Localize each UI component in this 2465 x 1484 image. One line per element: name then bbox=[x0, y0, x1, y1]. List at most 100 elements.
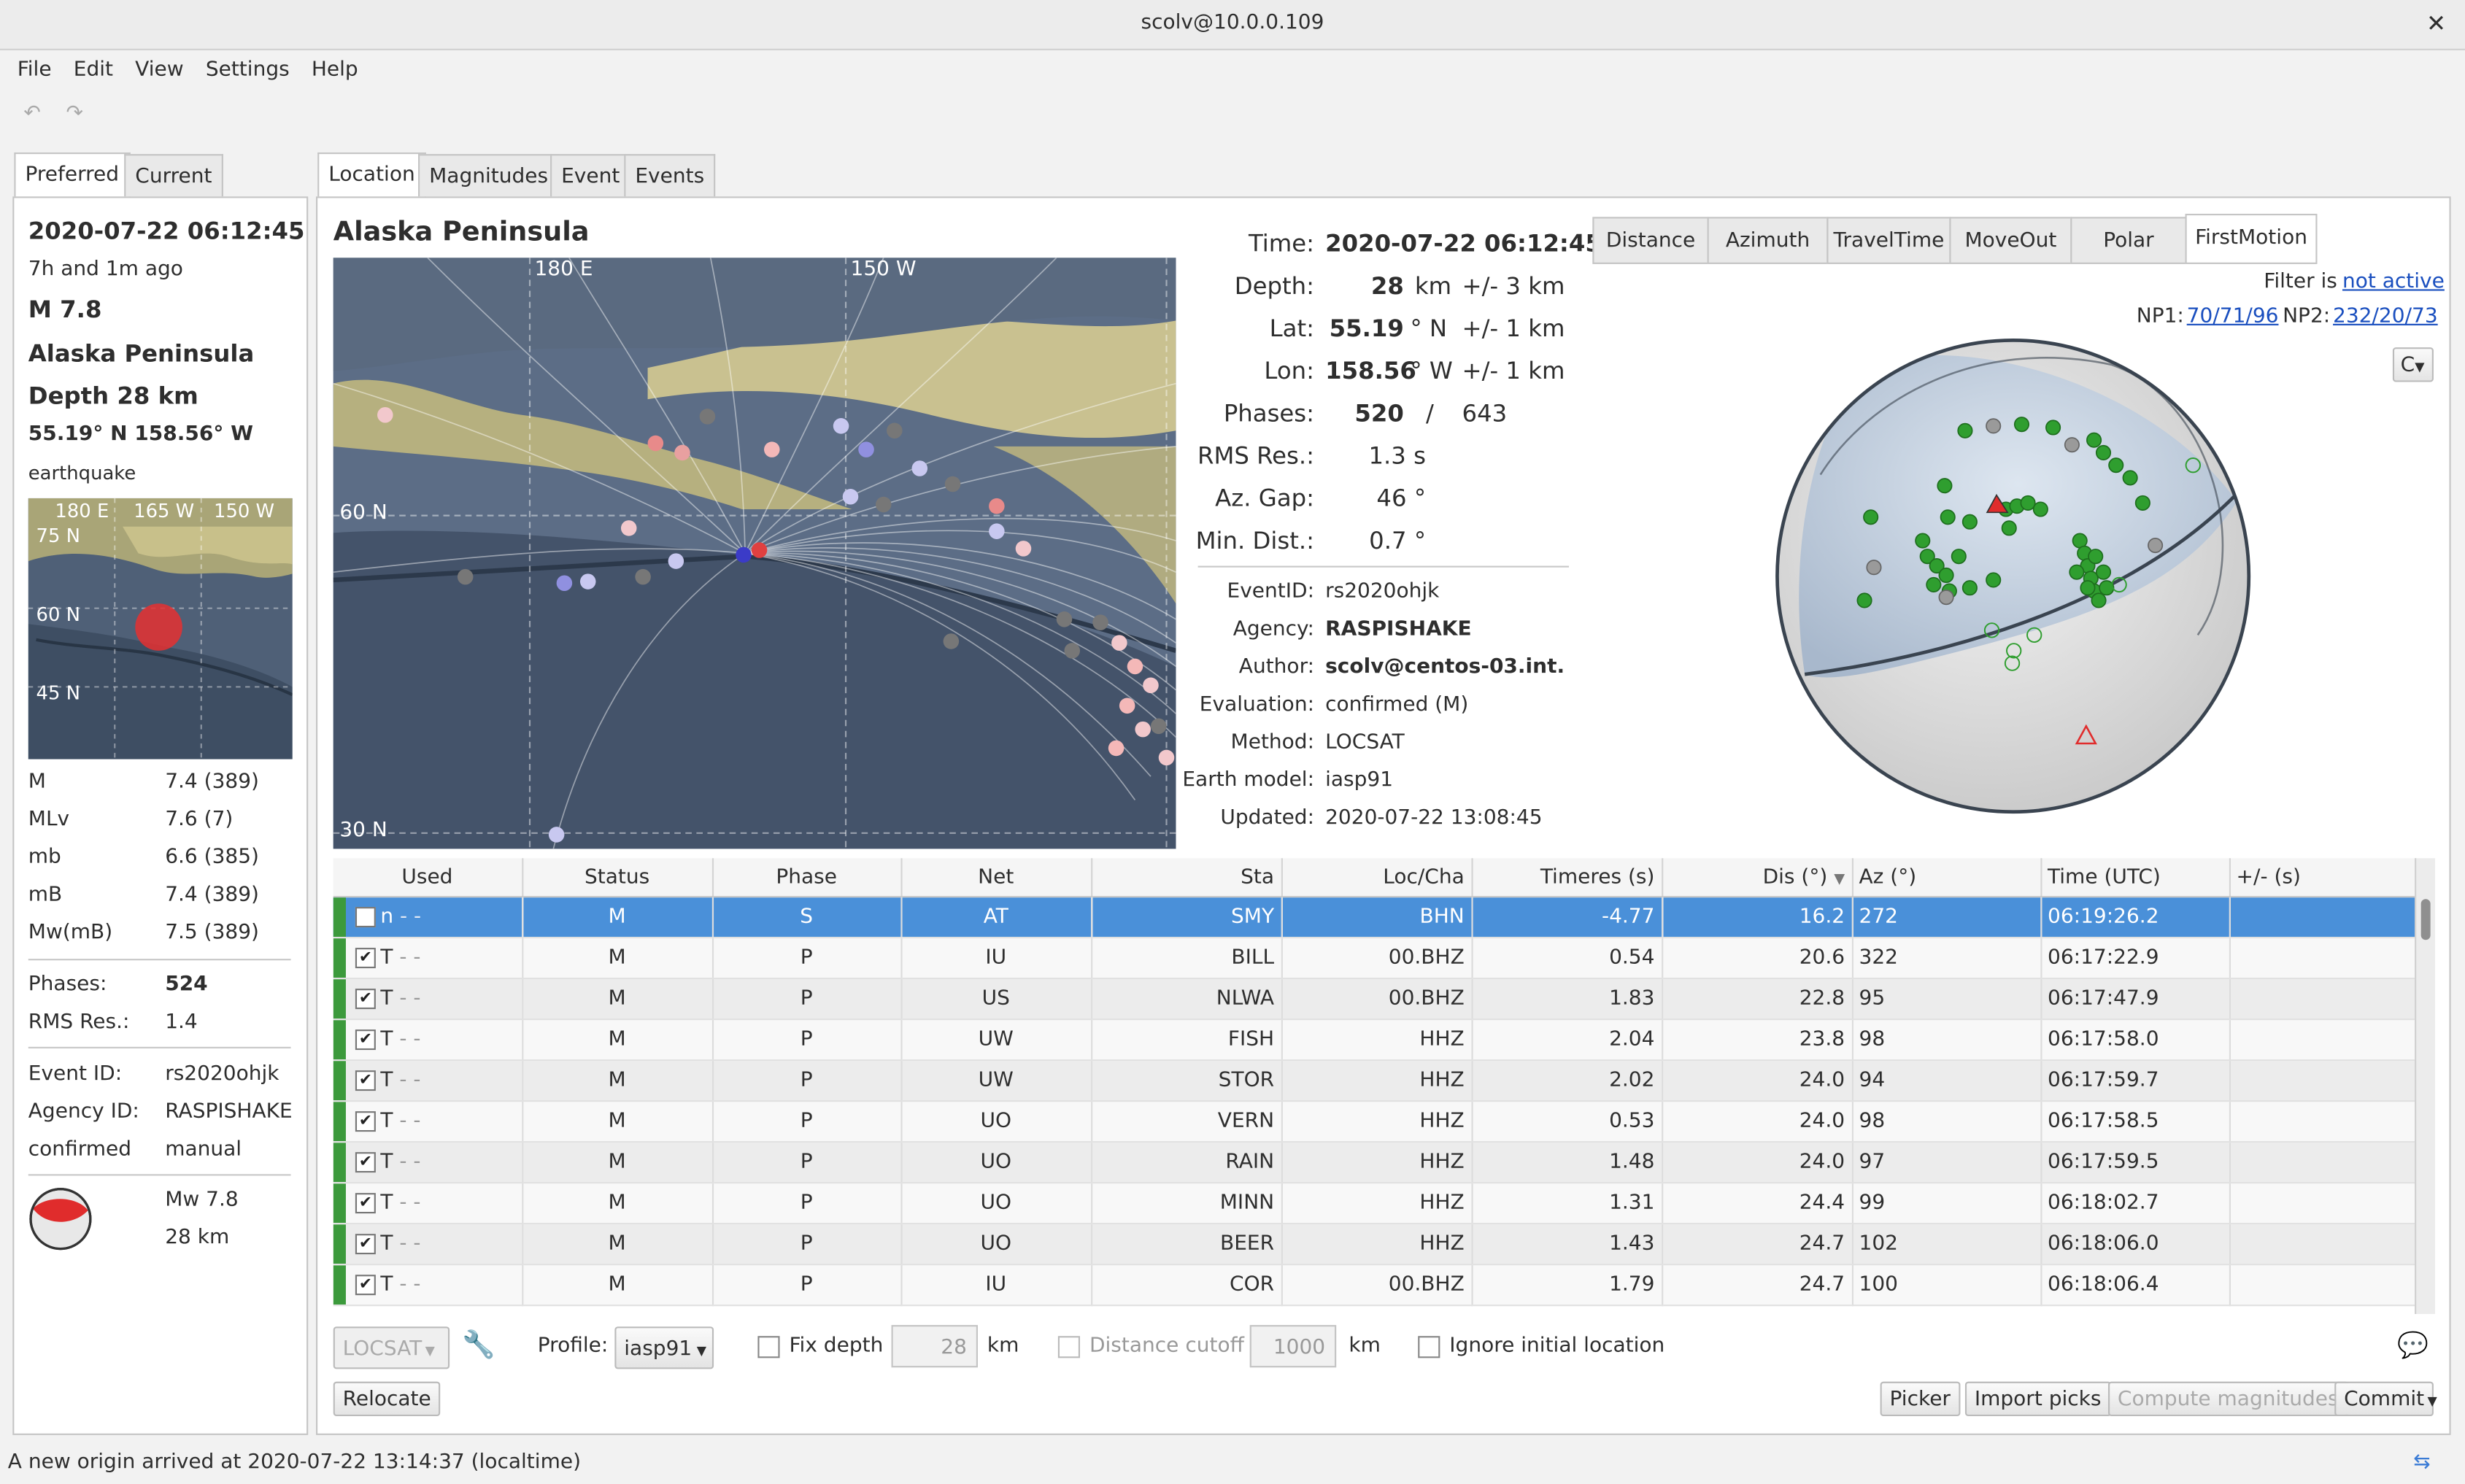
used-cell[interactable]: ✔ T - - bbox=[333, 1224, 523, 1266]
status-cell: M bbox=[522, 897, 713, 939]
column-azimuth-header[interactable]: Az (°) bbox=[1851, 858, 2042, 898]
column-sta-header[interactable]: Sta bbox=[1091, 858, 1282, 898]
plot-options-dropdown[interactable]: C▼ bbox=[2392, 347, 2434, 382]
profile-select[interactable]: iasp91 ▼ bbox=[614, 1326, 714, 1369]
status-cell: M bbox=[522, 1264, 713, 1307]
column-uncertainty-header[interactable]: +/- (s) bbox=[2229, 858, 2416, 898]
tab-preferred[interactable]: Preferred bbox=[14, 152, 131, 198]
tab-magnitudes[interactable]: Magnitudes bbox=[418, 154, 560, 197]
distance-cell: 24.7 bbox=[1662, 1264, 1853, 1307]
tab-current[interactable]: Current bbox=[124, 154, 223, 197]
table-row[interactable]: ✔ T - - M P UO MINN HHZ 1.31 24.4 99 06:18:02.7 bbox=[333, 1183, 2416, 1225]
location-map-label: 60 N bbox=[339, 501, 387, 525]
fix-depth-label: Fix depth bbox=[789, 1334, 884, 1359]
tab-azimuth[interactable]: Azimuth bbox=[1707, 217, 1829, 264]
column-distance-header[interactable]: Dis (°) ▼ bbox=[1662, 858, 1853, 898]
used-checkbox[interactable]: ✔ bbox=[355, 1070, 376, 1091]
import-picks-button[interactable]: Import picks bbox=[1964, 1381, 2111, 1417]
np2-link[interactable]: 232/20/73 bbox=[2333, 305, 2438, 328]
column-time-header[interactable]: Time (UTC) bbox=[2040, 858, 2230, 898]
used-cell[interactable]: ✔ T - - bbox=[333, 1060, 523, 1102]
tab-location[interactable]: Location bbox=[317, 152, 426, 198]
used-flag-placeholder: - - bbox=[393, 1273, 421, 1297]
column-phase-header[interactable]: Phase bbox=[711, 858, 902, 898]
column-status-header[interactable]: Status bbox=[522, 858, 713, 898]
redo-icon[interactable]: ↷ bbox=[66, 102, 82, 125]
table-row[interactable]: ✔ T - - M P UO BEER HHZ 1.43 24.7 102 06:18:06.0 bbox=[333, 1224, 2416, 1266]
used-cell[interactable]: ✔ T - - bbox=[333, 1019, 523, 1062]
first-motion-plot[interactable] bbox=[1773, 336, 2253, 816]
used-checkbox[interactable]: ✔ bbox=[355, 1111, 376, 1132]
column-used-header[interactable]: Used bbox=[333, 858, 523, 898]
fixed-depth-input[interactable]: 28 bbox=[891, 1325, 978, 1368]
table-row[interactable]: ✔ T - - M P IU COR 00.BHZ 1.79 24.7 100 06:18:06.4 bbox=[333, 1264, 2416, 1307]
connection-icon[interactable]: ⇆ bbox=[2413, 1443, 2430, 1484]
cutoff-unit-label: km bbox=[1349, 1334, 1381, 1359]
menu-file[interactable]: File bbox=[7, 50, 63, 91]
wrench-icon[interactable]: 🔧 bbox=[462, 1330, 495, 1361]
table-scrollbar[interactable] bbox=[2415, 858, 2436, 1315]
used-checkbox[interactable] bbox=[355, 907, 376, 928]
overview-map[interactable]: 180 E 165 W 150 W 75 N 60 N 45 N bbox=[28, 498, 293, 760]
residual-cell: 1.79 bbox=[1471, 1264, 1663, 1307]
undo-icon[interactable]: ↶ bbox=[23, 102, 40, 125]
fix-depth-checkbox[interactable]: Fix depth bbox=[757, 1334, 883, 1358]
menu-view[interactable]: View bbox=[124, 50, 195, 91]
picker-button[interactable]: Picker bbox=[1880, 1381, 1960, 1417]
lon-value: 158.56 bbox=[1325, 357, 1416, 385]
distance-cutoff-input[interactable]: 1000 bbox=[1249, 1325, 1337, 1368]
distance-cell: 20.6 bbox=[1662, 938, 1853, 980]
tab-event[interactable]: Event bbox=[550, 154, 631, 197]
tab-firstmotion[interactable]: FirstMotion bbox=[2185, 213, 2318, 264]
tab-events[interactable]: Events bbox=[624, 154, 716, 197]
menu-help[interactable]: Help bbox=[301, 50, 369, 91]
used-checkbox[interactable]: ✔ bbox=[355, 1234, 376, 1255]
column-loccha-header[interactable]: Loc/Cha bbox=[1281, 858, 1473, 898]
table-row[interactable]: ✔ T - - M P UW FISH HHZ 2.04 23.8 98 06:17:58.0 bbox=[333, 1019, 2416, 1062]
time-cell: 06:17:22.9 bbox=[2040, 938, 2230, 980]
scrollbar-thumb[interactable] bbox=[2420, 899, 2431, 940]
used-checkbox[interactable]: ✔ bbox=[355, 1193, 376, 1214]
menu-settings[interactable]: Settings bbox=[195, 50, 301, 91]
chat-bubble-icon[interactable]: 💬 bbox=[2397, 1330, 2429, 1360]
location-map[interactable]: 180 E 150 W 60 N 30 N bbox=[333, 258, 1176, 849]
used-cell[interactable]: ✔ T - - bbox=[333, 938, 523, 980]
table-row[interactable]: ✔ T - - M P IU BILL 00.BHZ 0.54 20.6 322 06:17:22.… bbox=[333, 938, 2416, 980]
np1-link[interactable]: 70/71/96 bbox=[2187, 305, 2279, 328]
tab-traveltime[interactable]: TravelTime bbox=[1826, 217, 1951, 264]
summary-ago: 7h and 1m ago bbox=[28, 258, 183, 282]
depth-label: Depth: bbox=[1234, 271, 1315, 301]
used-cell[interactable]: ✔ T - - bbox=[333, 1142, 523, 1184]
distance-cutoff-checkbox[interactable]: Distance cutoff bbox=[1057, 1334, 1244, 1358]
table-row[interactable]: ✔ T - - M P US NLWA 00.BHZ 1.83 22.8 95 06:17:47.9 bbox=[333, 978, 2416, 1021]
used-cell[interactable]: ✔ T - - bbox=[333, 1264, 523, 1307]
table-row[interactable]: ✔ T - - M P UW STOR HHZ 2.02 24.0 94 06:17:59.7 bbox=[333, 1060, 2416, 1102]
used-checkbox[interactable]: ✔ bbox=[355, 1275, 376, 1296]
commit-button[interactable]: Commit ▼ bbox=[2334, 1381, 2437, 1417]
used-cell[interactable]: n - - bbox=[333, 897, 523, 939]
menu-edit[interactable]: Edit bbox=[63, 50, 124, 91]
close-icon[interactable]: ✕ bbox=[2426, 0, 2446, 47]
ignore-initial-location-checkbox[interactable]: Ignore initial location bbox=[1418, 1334, 1664, 1358]
used-checkbox[interactable]: ✔ bbox=[355, 1152, 376, 1173]
compute-magnitudes-button[interactable]: Compute magnitudes bbox=[2107, 1381, 2348, 1417]
used-checkbox[interactable]: ✔ bbox=[355, 1029, 376, 1051]
used-cell[interactable]: ✔ T - - bbox=[333, 1101, 523, 1143]
used-checkbox[interactable]: ✔ bbox=[355, 948, 376, 969]
column-timeres-header[interactable]: Timeres (s) bbox=[1471, 858, 1663, 898]
tab-polar[interactable]: Polar bbox=[2070, 217, 2187, 264]
table-row[interactable]: ✔ T - - M P UO RAIN HHZ 1.48 24.0 97 06:17:59.5 bbox=[333, 1142, 2416, 1184]
mag-type: M bbox=[28, 770, 46, 794]
used-checkbox[interactable]: ✔ bbox=[355, 989, 376, 1010]
locator-select[interactable]: LOCSAT ▼ bbox=[333, 1326, 450, 1369]
column-net-header[interactable]: Net bbox=[900, 858, 1092, 898]
filter-toggle-link[interactable]: not active bbox=[2342, 271, 2445, 294]
used-cell[interactable]: ✔ T - - bbox=[333, 1183, 523, 1225]
divider bbox=[28, 1046, 291, 1048]
tab-moveout[interactable]: MoveOut bbox=[1949, 217, 2072, 264]
tab-distance[interactable]: Distance bbox=[1592, 217, 1709, 264]
relocate-button[interactable]: Relocate bbox=[333, 1381, 441, 1417]
table-row[interactable]: n - - M S AT SMY BHN -4.77 16.2 272 06:19:26.2 bbox=[333, 897, 2416, 939]
table-row[interactable]: ✔ T - - M P UO VERN HHZ 0.53 24.0 98 06:17:58.5 bbox=[333, 1101, 2416, 1143]
used-cell[interactable]: ✔ T - - bbox=[333, 978, 523, 1021]
